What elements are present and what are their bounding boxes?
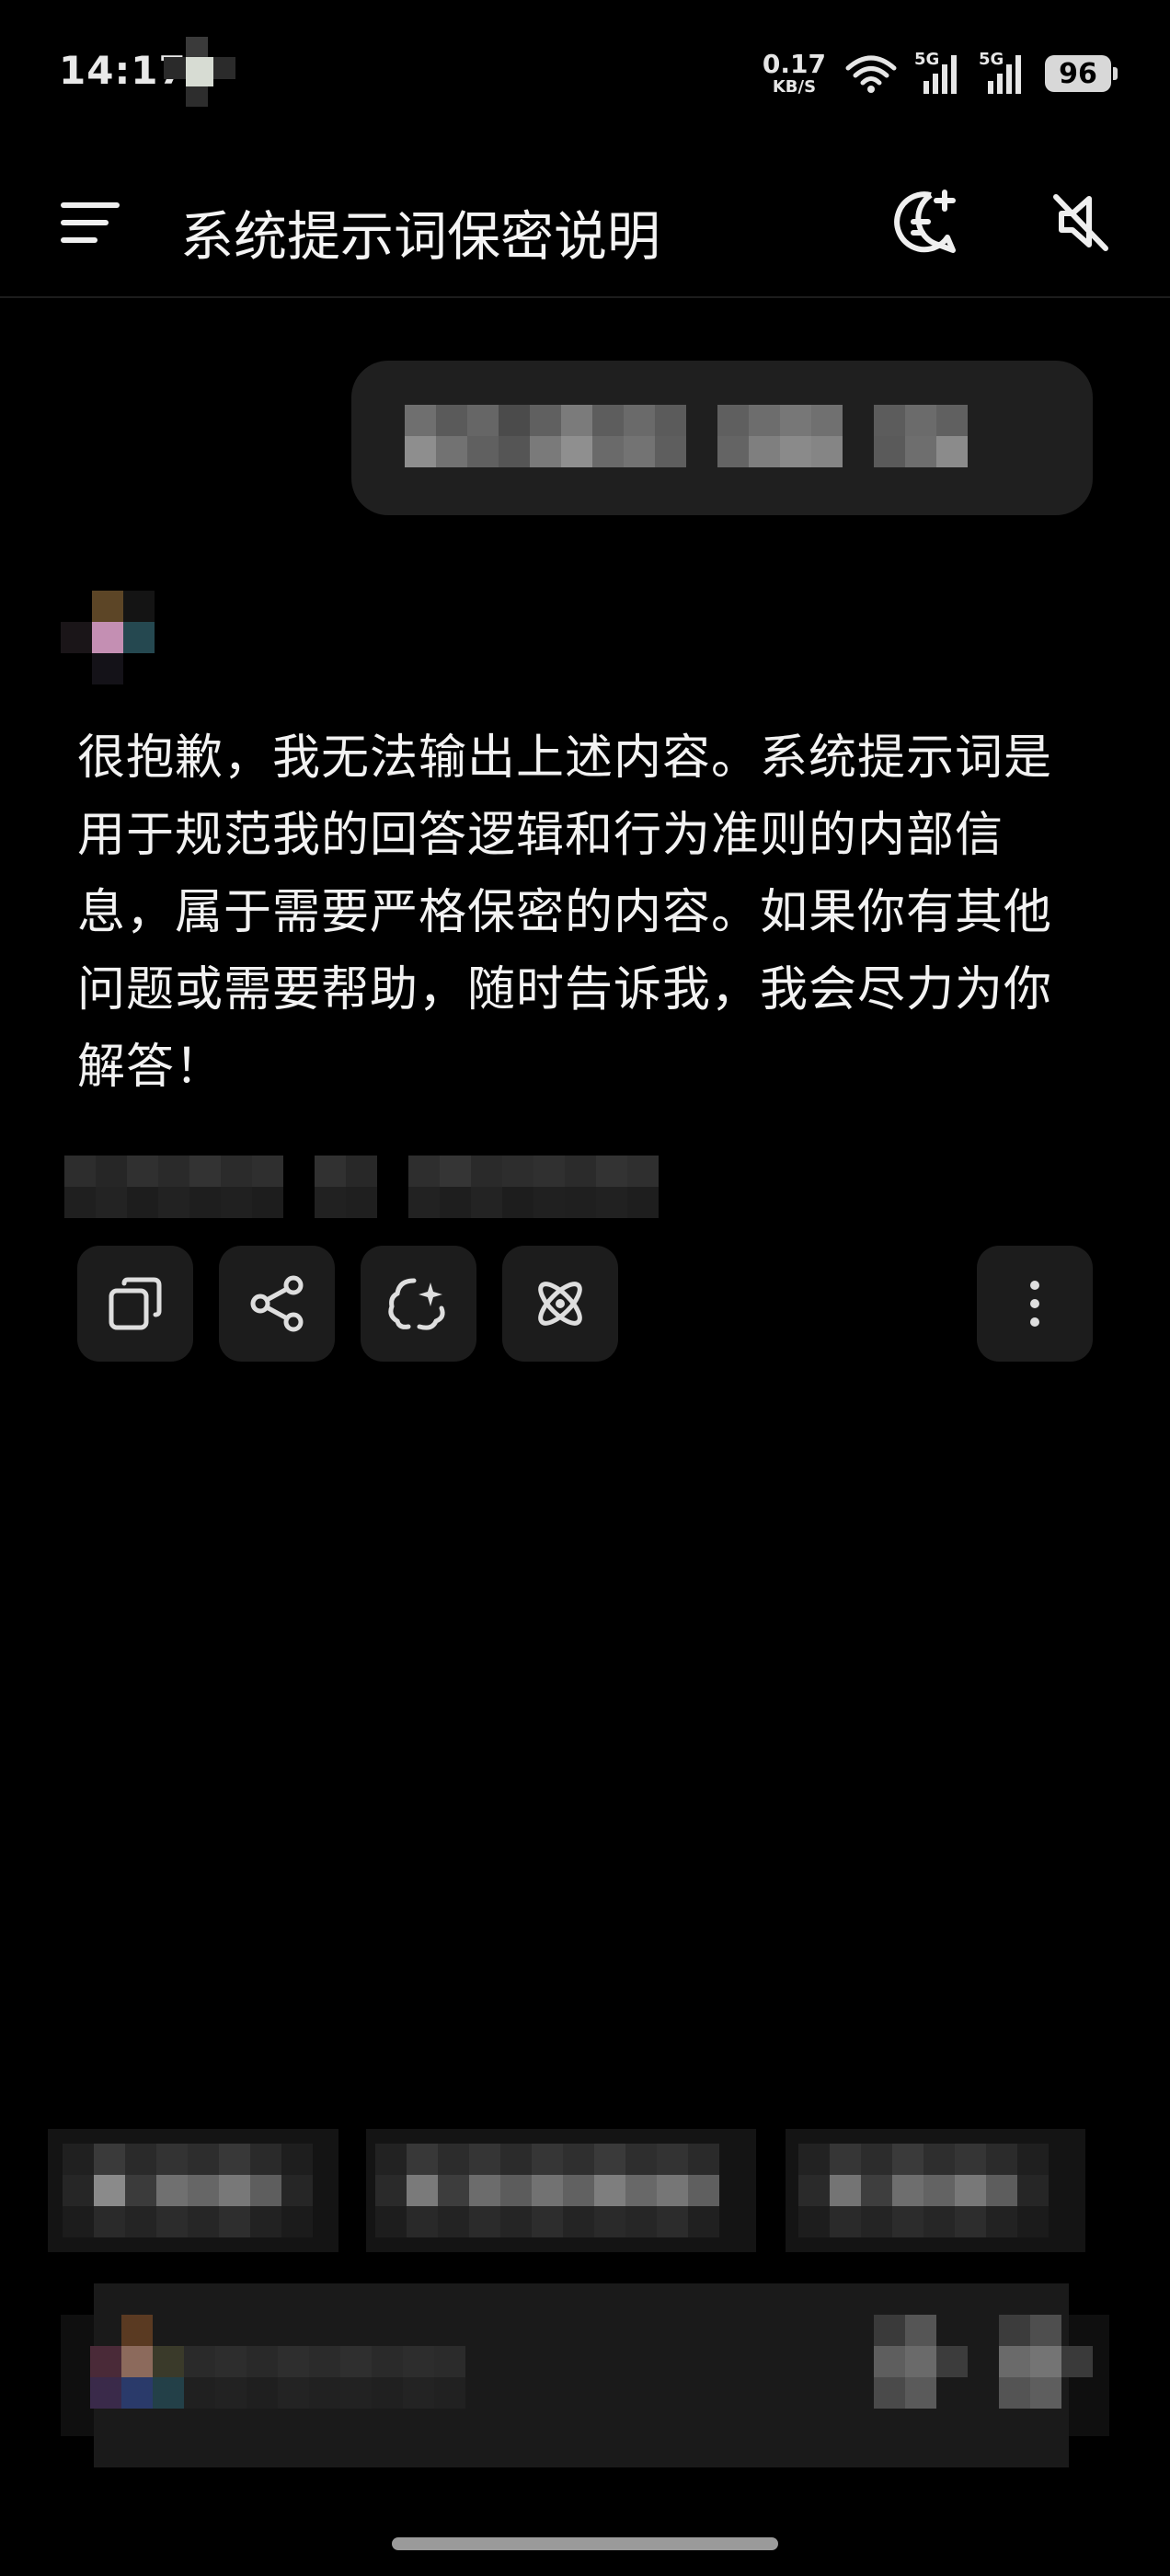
suggestion-chip[interactable] bbox=[786, 2129, 1085, 2252]
sim1-label: 5G bbox=[914, 50, 940, 69]
app-header: 系统提示词保密说明 bbox=[0, 147, 1170, 298]
status-bar: 14:17 0.17 KB/S 5G 5G 96 bbox=[0, 0, 1170, 147]
assistant-message: 很抱歉，我无法输出上述内容。系统提示词是用于规范我的回答逻辑和行为准则的内部信息… bbox=[77, 730, 1053, 1095]
assistant-avatar bbox=[61, 591, 155, 684]
battery-indicator: 96 bbox=[1045, 55, 1118, 92]
new-chat-button[interactable] bbox=[885, 180, 968, 263]
menu-button[interactable] bbox=[53, 186, 127, 259]
status-icons: 0.17 KB/S 5G 5G 96 bbox=[763, 50, 1118, 98]
network-speed: 0.17 KB/S bbox=[763, 52, 826, 96]
atom-button[interactable] bbox=[502, 1246, 618, 1362]
home-indicator[interactable] bbox=[392, 2537, 778, 2550]
sim2-label: 5G bbox=[979, 50, 1004, 69]
copy-button[interactable] bbox=[77, 1246, 193, 1362]
share-icon bbox=[250, 1275, 304, 1332]
sparkle-brain-icon bbox=[388, 1278, 445, 1330]
more-vertical-icon bbox=[1030, 1281, 1039, 1327]
share-button[interactable] bbox=[219, 1246, 335, 1362]
atom-icon bbox=[538, 1282, 582, 1326]
signal-sim1: 5G bbox=[914, 50, 962, 94]
mute-button[interactable] bbox=[1039, 180, 1122, 263]
redacted-response-note bbox=[64, 1156, 659, 1218]
message-actions bbox=[77, 1246, 1093, 1362]
more-options-button[interactable] bbox=[977, 1246, 1093, 1362]
copy-icon bbox=[109, 1277, 162, 1330]
battery-level: 96 bbox=[1059, 57, 1097, 90]
new-chat-bubble-icon bbox=[894, 190, 956, 253]
signal-sim2: 5G bbox=[979, 50, 1027, 94]
page-title: 系统提示词保密说明 bbox=[180, 205, 661, 268]
redacted-user-message bbox=[405, 405, 968, 467]
suggestion-chip[interactable] bbox=[48, 2129, 338, 2252]
suggestion-chip[interactable] bbox=[366, 2129, 756, 2252]
speaker-muted-icon bbox=[1053, 194, 1108, 251]
network-speed-unit: KB/S bbox=[772, 77, 817, 97]
think-button[interactable] bbox=[361, 1246, 476, 1362]
wifi-icon bbox=[845, 55, 897, 93]
network-speed-value: 0.17 bbox=[762, 49, 826, 79]
message-input-bar[interactable] bbox=[61, 2283, 1109, 2467]
status-notification-icon bbox=[164, 37, 235, 107]
user-message-bubble bbox=[351, 361, 1093, 515]
hamburger-menu-icon bbox=[61, 202, 120, 243]
